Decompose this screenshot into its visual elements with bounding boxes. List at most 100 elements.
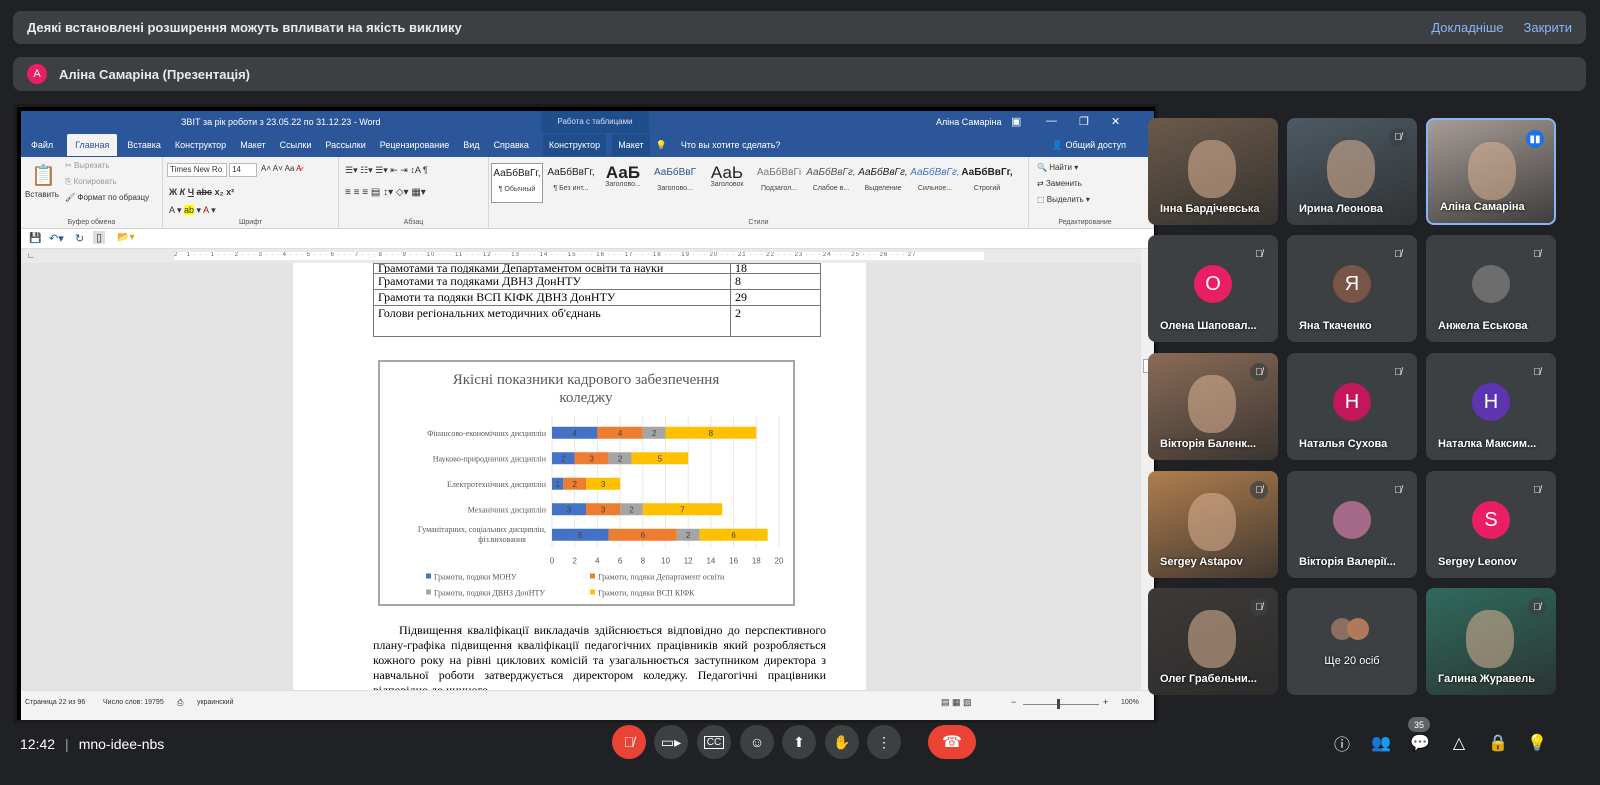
- redo-icon[interactable]: ↻: [75, 232, 84, 245]
- language-label[interactable]: украинский: [197, 699, 234, 706]
- tab-view[interactable]: Вид: [463, 140, 479, 150]
- find-button[interactable]: 🔍 Найти ▾: [1037, 163, 1078, 172]
- table-cell[interactable]: Грамоти та подяки ВСП КІФК ДВНЗ ДонНТУ: [373, 289, 731, 306]
- tab-selector-icon[interactable]: ∟: [27, 251, 35, 260]
- learn-more-link[interactable]: Докладніше: [1431, 20, 1503, 35]
- participant-tile[interactable]: Вікторія Баленк... 🎙̸: [1148, 353, 1278, 460]
- host-controls-icon[interactable]: 🔒: [1487, 732, 1509, 754]
- participant-tile[interactable]: Ирина Леонова 🎙̸: [1287, 118, 1417, 225]
- close-banner-link[interactable]: Закрити: [1524, 20, 1572, 35]
- participant-tile[interactable]: О Олена Шаповал... 🎙̸: [1148, 235, 1278, 342]
- align-icons[interactable]: ≡ ≡ ≡ ▤ ↕▾ ◇▾ ▦▾: [345, 187, 426, 198]
- document-page[interactable]: Грамотами та подяками Департаментом осві…: [293, 262, 866, 703]
- tab-insert[interactable]: Вставка: [127, 140, 160, 150]
- style-no-spacing[interactable]: АаБбВвГг, ¶ Без инт...: [545, 163, 597, 203]
- participant-tile[interactable]: Олег Грабельни... 🎙̸: [1148, 588, 1278, 695]
- zoom-slider[interactable]: [1023, 704, 1099, 705]
- paste-icon[interactable]: 📋: [31, 163, 56, 188]
- document-area[interactable]: Грамотами та подяками Департаментом осві…: [21, 262, 1141, 703]
- stacked-bar-chart[interactable]: Якісні показники кадрового забезпечення к…: [378, 360, 795, 606]
- participant-tile[interactable]: Ще 20 осіб: [1287, 588, 1417, 695]
- camera-button[interactable]: ▭▸: [654, 725, 688, 759]
- undo-icon[interactable]: ↶▾: [49, 232, 64, 245]
- tab-layout[interactable]: Макет: [240, 140, 265, 150]
- paste-button[interactable]: Вставить: [25, 190, 59, 199]
- participant-tile[interactable]: Аліна Самаріна ▮▮: [1426, 118, 1556, 225]
- tab-review[interactable]: Рецензирование: [380, 140, 450, 150]
- style-emphasis[interactable]: АаБбВвГг, Выделение: [857, 163, 909, 203]
- style-title[interactable]: АаЬ Заголовок: [701, 163, 753, 203]
- zoom-thumb[interactable]: [1057, 699, 1060, 709]
- participant-tile[interactable]: Я Яна Ткаченко 🎙̸: [1287, 235, 1417, 342]
- participant-tile[interactable]: Sergey Astapov 🎙̸: [1148, 471, 1278, 578]
- participant-tile[interactable]: Галина Журавель 🎙̸: [1426, 588, 1556, 695]
- table-cell[interactable]: 29: [730, 289, 821, 306]
- tell-me-input[interactable]: Что вы хотите сделать?: [681, 140, 781, 150]
- chat-icon[interactable]: 💬: [1409, 732, 1431, 754]
- list-icons[interactable]: ☰▾ ☷▾ ☰▾ ⇤ ⇥ ↕A ¶: [345, 165, 428, 176]
- cut-button[interactable]: ✂ Вырезать: [65, 161, 110, 170]
- copy-button[interactable]: ⎘ Копировать: [65, 177, 117, 187]
- raise-hand-button[interactable]: ✋: [825, 725, 859, 759]
- style-heading-1[interactable]: АаБ Заголово...: [597, 163, 649, 203]
- horizontal-ruler[interactable]: ∟ 2 · 1 · · · 1 · · · 2 · · · 3 · · · 4 …: [21, 249, 1154, 263]
- participant-tile[interactable]: Анжела Еськова 🎙̸: [1426, 235, 1556, 342]
- meeting-details-icon[interactable]: ⓘ: [1331, 732, 1353, 754]
- font-size-select[interactable]: 14: [229, 163, 257, 177]
- style-strong[interactable]: АаБбВвГг, Строгий: [961, 163, 1013, 203]
- participant-tile[interactable]: Н Наталья Сухова 🎙̸: [1287, 353, 1417, 460]
- page-counter[interactable]: Страница 22 из 96: [25, 699, 85, 706]
- participant-tile[interactable]: Інна Бардічевська: [1148, 118, 1278, 225]
- tab-table-layout[interactable]: Макет: [612, 134, 650, 156]
- participant-tile[interactable]: Н Наталка Максим... 🎙̸: [1426, 353, 1556, 460]
- minimize-icon[interactable]: —: [1046, 115, 1057, 127]
- new-doc-icon[interactable]: ▯: [93, 231, 106, 244]
- table-cell[interactable]: 18: [730, 262, 821, 274]
- table-cell[interactable]: Грамотами та подяками Департаментом осві…: [373, 263, 731, 274]
- tab-home[interactable]: Главная: [67, 134, 118, 156]
- tab-references[interactable]: Ссылки: [280, 140, 312, 150]
- style-subtitle[interactable]: АаБбВвГі Подзагол...: [753, 163, 805, 203]
- save-icon[interactable]: 💾: [29, 233, 41, 244]
- captions-button[interactable]: CC: [697, 725, 731, 759]
- table-cell[interactable]: Грамотами та подяками ДВНЗ ДонНТУ: [373, 273, 731, 290]
- more-options-button[interactable]: ⋮: [867, 725, 901, 759]
- text-effects-icon[interactable]: A ▾ ab ▾ A ▾: [169, 205, 216, 216]
- people-icon[interactable]: 👥: [1370, 732, 1392, 754]
- activities-icon[interactable]: △: [1448, 732, 1470, 754]
- mic-off-button[interactable]: 🎙̸: [612, 725, 646, 759]
- table-cell[interactable]: 2: [730, 305, 821, 337]
- proofing-icon[interactable]: ⎙: [177, 698, 183, 708]
- zoom-out-icon[interactable]: −: [1011, 697, 1016, 707]
- style-intense-emphasis[interactable]: АаБбВвГг, Сильное...: [909, 163, 961, 203]
- select-button[interactable]: ⬚ Выделить ▾: [1037, 195, 1090, 204]
- replace-button[interactable]: ⇄ Заменить: [1037, 179, 1082, 188]
- shared-screen[interactable]: ЗВІТ за рік роботи з 23.05.22 по 31.12.2…: [14, 104, 1158, 723]
- zoom-in-icon[interactable]: +: [1103, 697, 1108, 707]
- share-button[interactable]: 👤 Общий доступ: [1052, 140, 1140, 151]
- restore-icon[interactable]: ❐: [1079, 115, 1089, 128]
- format-painter-button[interactable]: 🖌 Формат по образцу: [65, 193, 149, 202]
- table-cell[interactable]: Голови регіональних методичних об'єднань: [373, 305, 731, 337]
- table-cell[interactable]: 8: [730, 273, 821, 290]
- word-count[interactable]: Число слов: 19795: [103, 699, 164, 706]
- emoji-button[interactable]: ☺: [740, 725, 774, 759]
- zoom-level[interactable]: 100%: [1121, 699, 1139, 706]
- tab-design[interactable]: Конструктор: [175, 140, 226, 150]
- participant-tile[interactable]: Вікторія Валерії... 🎙̸: [1287, 471, 1417, 578]
- tab-file[interactable]: Файл: [31, 140, 53, 150]
- close-icon[interactable]: ✕: [1111, 115, 1120, 128]
- tab-help[interactable]: Справка: [494, 140, 529, 150]
- tab-table-design[interactable]: Конструктор: [542, 134, 607, 156]
- style-normal[interactable]: АаБбВвГг, ¶ Обычный: [491, 163, 543, 203]
- tab-mailings[interactable]: Рассылки: [325, 140, 365, 150]
- style-subtle-emphasis[interactable]: АаБбВвГг, Слабое в...: [805, 163, 857, 203]
- view-mode-icons[interactable]: ▤ ▦ ▧: [941, 697, 972, 708]
- lightbulb-icon[interactable]: 💡: [1526, 732, 1548, 754]
- style-heading-2[interactable]: АаБбВвГ Заголово...: [649, 163, 701, 203]
- ribbon-options-icon[interactable]: ▣: [1011, 115, 1021, 128]
- participant-tile[interactable]: S Sergey Leonov 🎙̸: [1426, 471, 1556, 578]
- bold-icon[interactable]: Ж К Ч abc x₂ x²: [169, 187, 234, 197]
- font-grow-icon[interactable]: A˄ A˅ Aa A̷: [261, 164, 302, 173]
- present-button[interactable]: ⬆: [782, 725, 816, 759]
